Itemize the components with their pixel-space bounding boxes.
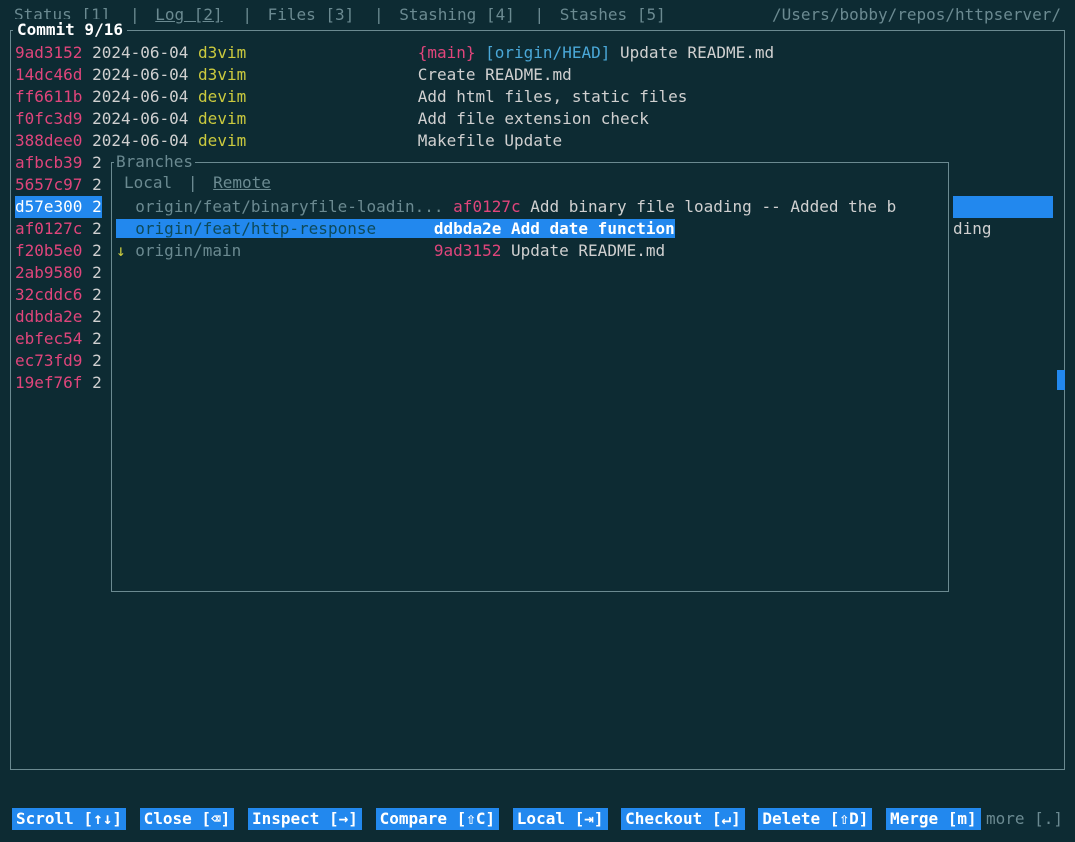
scrollbar-thumb[interactable] — [1057, 370, 1065, 390]
branch-list[interactable]: origin/feat/binaryfile-loadin... af0127c… — [112, 194, 948, 262]
commit-log-panel: Commit 9/16 9ad3152 2024-06-04 d3vim {ma… — [10, 30, 1065, 770]
footer-more[interactable]: more [.] — [986, 808, 1063, 830]
footer-scroll-button[interactable]: Scroll [↑↓] — [12, 808, 126, 830]
commit-row[interactable]: ff6611b 2024-06-04 devim Add html files,… — [11, 86, 1064, 108]
branch-row-selected[interactable]: origin/feat/http-response ddbda2e Add da… — [112, 218, 948, 240]
footer-delete-button[interactable]: Delete [⇧D] — [758, 808, 872, 830]
commit-row[interactable]: 9ad3152 2024-06-04 d3vim {main} [origin/… — [11, 42, 1064, 64]
footer-local-button[interactable]: Local [⇥] — [513, 808, 608, 830]
footer-bar: Scroll [↑↓] Close [⌫] Inspect [→] Compar… — [12, 808, 1063, 830]
branches-popup-title: Branches — [114, 151, 195, 173]
footer-close-button[interactable]: Close [⌫] — [140, 808, 235, 830]
tab-divider: | — [188, 173, 198, 192]
panel-title: Commit 9/16 — [13, 19, 127, 41]
commit-row[interactable]: f0fc3d9 2024-06-04 devim Add file extens… — [11, 108, 1064, 130]
footer-checkout-button[interactable]: Checkout [↵] — [621, 808, 745, 830]
footer-inspect-button[interactable]: Inspect [→] — [248, 808, 362, 830]
branch-row[interactable]: origin/feat/binaryfile-loadin... af0127c… — [112, 196, 948, 218]
footer-compare-button[interactable]: Compare [⇧C] — [376, 808, 500, 830]
branches-popup: Branches Local | Remote origin/feat/bina… — [111, 162, 949, 592]
branch-row[interactable]: ↓ origin/main 9ad3152 Update README.md — [112, 240, 948, 262]
branches-tab-local[interactable]: Local — [124, 173, 172, 192]
commit-row[interactable]: 388dee0 2024-06-04 devim Makefile Update — [11, 130, 1064, 152]
commit-row[interactable]: 14dc46d 2024-06-04 d3vim Create README.m… — [11, 64, 1064, 86]
branches-tab-remote[interactable]: Remote — [213, 173, 271, 192]
footer-merge-button[interactable]: Merge [m] — [886, 808, 981, 830]
